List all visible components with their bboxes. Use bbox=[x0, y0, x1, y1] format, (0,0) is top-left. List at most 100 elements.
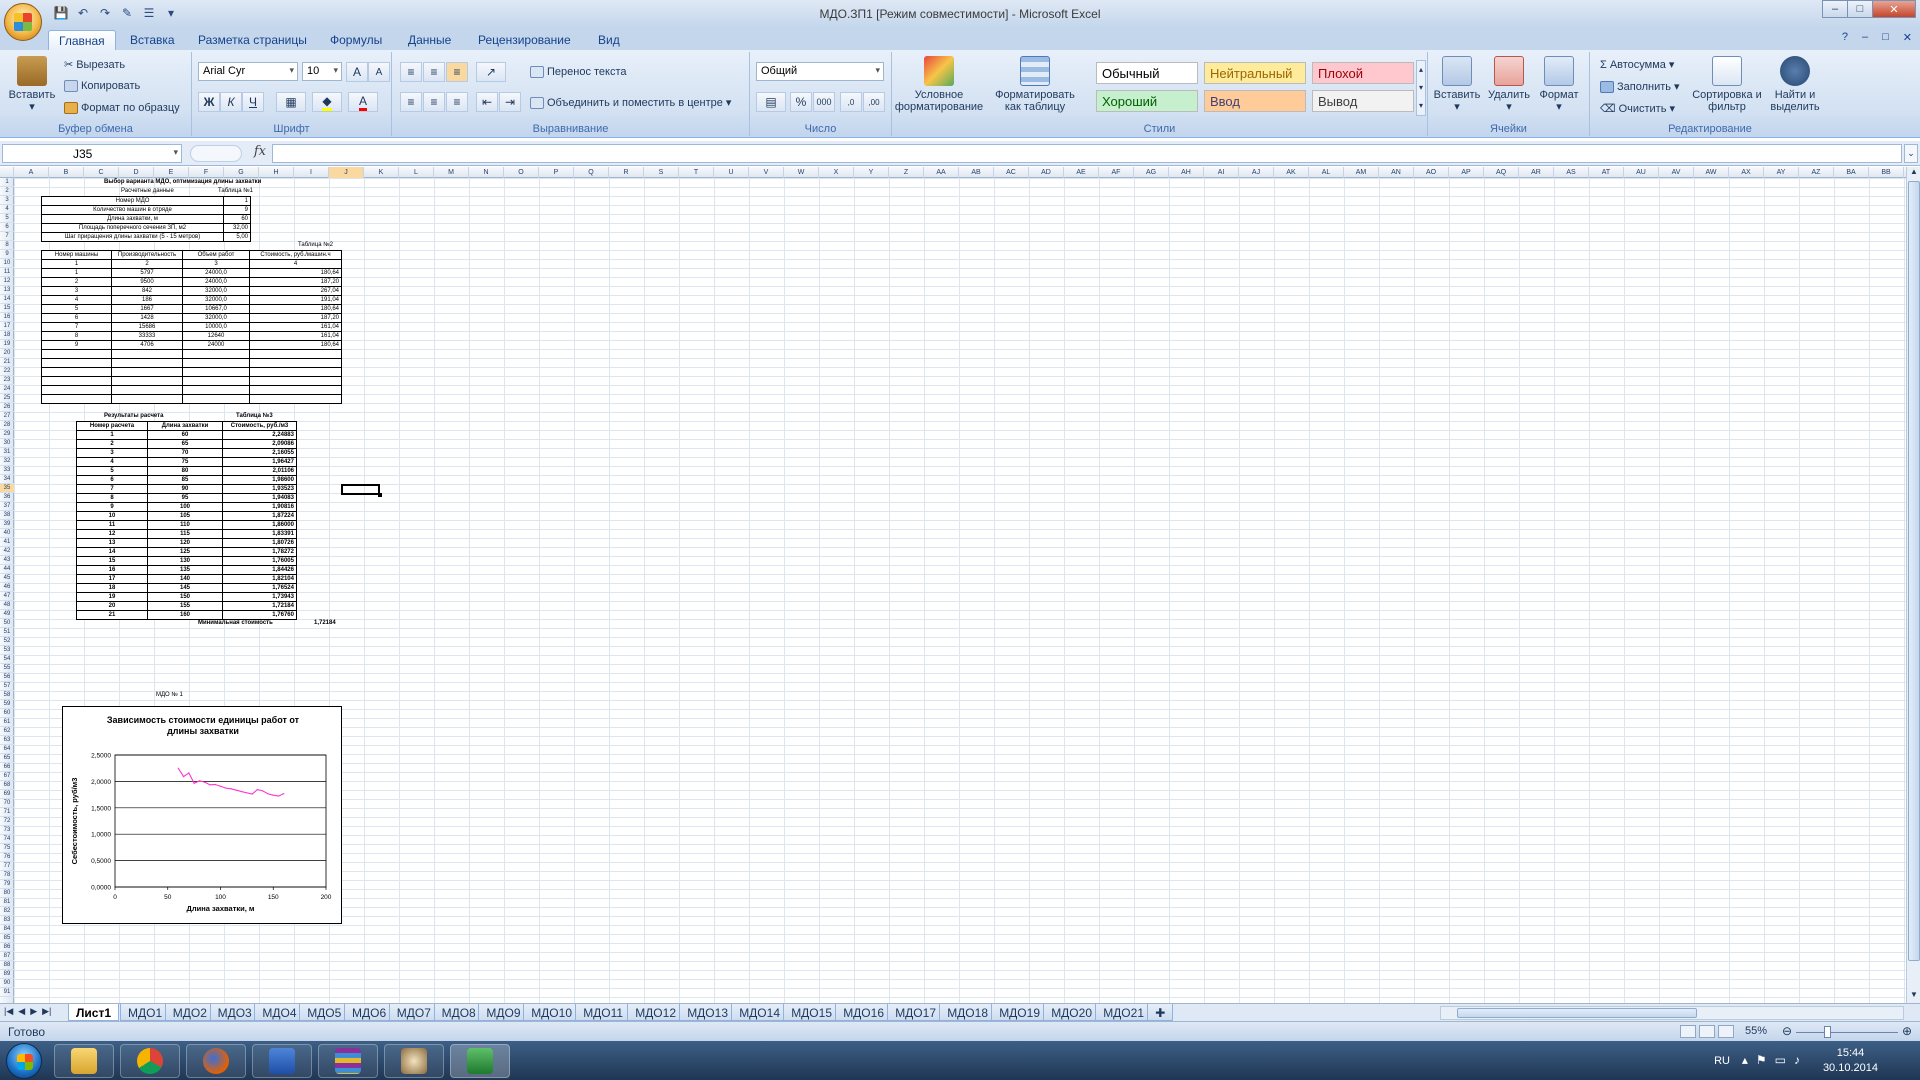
row-header[interactable]: 19 bbox=[0, 340, 14, 349]
borders-button[interactable]: ▦ bbox=[276, 92, 306, 112]
row-header[interactable]: 7 bbox=[0, 232, 14, 241]
column-header[interactable]: H bbox=[259, 167, 294, 178]
row-header[interactable]: 2 bbox=[0, 187, 14, 196]
sheet-tab[interactable]: МДО14 bbox=[731, 1004, 788, 1021]
column-header[interactable]: AD bbox=[1029, 167, 1064, 178]
sheet-tab[interactable]: МДО11 bbox=[575, 1004, 632, 1021]
zoom-knob[interactable] bbox=[1824, 1026, 1831, 1038]
decrease-indent-button[interactable]: ⇤ bbox=[476, 92, 498, 112]
column-header[interactable]: AG bbox=[1134, 167, 1169, 178]
grow-font-button[interactable]: A bbox=[346, 62, 368, 82]
clock[interactable]: 15:44 30.10.2014 bbox=[1823, 1046, 1878, 1076]
tab-data[interactable]: Данные bbox=[398, 30, 461, 50]
column-header[interactable]: AE bbox=[1064, 167, 1099, 178]
column-header[interactable]: Z bbox=[889, 167, 924, 178]
row-header[interactable]: 73 bbox=[0, 826, 14, 835]
row-header[interactable]: 17 bbox=[0, 322, 14, 331]
first-sheet-icon[interactable]: |◀ bbox=[4, 1006, 13, 1017]
row-header[interactable]: 75 bbox=[0, 844, 14, 853]
tab-review[interactable]: Рецензирование bbox=[468, 30, 581, 50]
row-header[interactable]: 84 bbox=[0, 925, 14, 934]
fill-button[interactable]: Заполнить ▾ bbox=[1600, 80, 1680, 93]
column-header[interactable]: AB bbox=[959, 167, 994, 178]
row-header[interactable]: 54 bbox=[0, 655, 14, 664]
autosum-button[interactable]: Σ Автосумма ▾ bbox=[1600, 58, 1674, 72]
row-header[interactable]: 81 bbox=[0, 898, 14, 907]
name-box[interactable]: J35 bbox=[2, 144, 182, 163]
row-header[interactable]: 23 bbox=[0, 376, 14, 385]
row-header[interactable]: 43 bbox=[0, 556, 14, 565]
row-header[interactable]: 62 bbox=[0, 727, 14, 736]
column-header[interactable]: G bbox=[224, 167, 259, 178]
row-header[interactable]: 14 bbox=[0, 295, 14, 304]
row-header[interactable]: 8 bbox=[0, 241, 14, 250]
taskbar-app[interactable] bbox=[384, 1044, 444, 1078]
sheet-tab[interactable]: МДО6 bbox=[344, 1004, 395, 1021]
column-header[interactable]: AP bbox=[1449, 167, 1484, 178]
row-header[interactable]: 58 bbox=[0, 691, 14, 700]
font-color-button[interactable]: A bbox=[348, 92, 378, 112]
insert-cells-button[interactable]: Вставить ▾ bbox=[1432, 56, 1482, 113]
column-header[interactable]: A bbox=[14, 167, 49, 178]
row-header[interactable]: 64 bbox=[0, 745, 14, 754]
sheet-tab[interactable]: МДО15 bbox=[783, 1004, 840, 1021]
row-header[interactable]: 55 bbox=[0, 664, 14, 673]
last-sheet-icon[interactable]: ▶| bbox=[42, 1006, 51, 1017]
thousands-button[interactable]: 000 bbox=[813, 92, 835, 112]
wrap-text-button[interactable]: Перенос текста bbox=[530, 66, 627, 78]
style-bad[interactable]: Плохой bbox=[1312, 62, 1414, 84]
column-header[interactable]: J bbox=[329, 167, 364, 178]
increase-decimal-button[interactable]: ,0 bbox=[840, 92, 862, 112]
align-center-button[interactable]: ≡ bbox=[423, 92, 445, 112]
row-header[interactable]: 90 bbox=[0, 979, 14, 988]
underline-button[interactable]: Ч bbox=[242, 92, 264, 112]
increase-indent-button[interactable]: ⇥ bbox=[499, 92, 521, 112]
row-header[interactable]: 87 bbox=[0, 952, 14, 961]
select-all-corner[interactable] bbox=[0, 167, 14, 178]
cut-button[interactable]: ✂ Вырезать bbox=[64, 58, 125, 72]
row-header[interactable]: 48 bbox=[0, 601, 14, 610]
expand-formula-bar-button[interactable]: ⌄ bbox=[1904, 144, 1918, 163]
conditional-formatting-button[interactable]: Условное форматирование bbox=[895, 56, 983, 113]
column-header[interactable]: AQ bbox=[1484, 167, 1519, 178]
tab-insert[interactable]: Вставка bbox=[120, 30, 185, 50]
row-header[interactable]: 6 bbox=[0, 223, 14, 232]
column-header[interactable]: W bbox=[784, 167, 819, 178]
row-header[interactable]: 89 bbox=[0, 970, 14, 979]
volume-icon[interactable]: ♪ bbox=[1794, 1053, 1800, 1067]
row-header[interactable]: 9 bbox=[0, 250, 14, 259]
currency-button[interactable]: ▤ bbox=[756, 92, 786, 112]
flag-icon[interactable]: ⚑ bbox=[1756, 1053, 1767, 1067]
merge-center-button[interactable]: Объединить и поместить в центре ▾ bbox=[530, 96, 731, 109]
taskbar-explorer[interactable] bbox=[54, 1044, 114, 1078]
doc-close-icon[interactable]: ✕ bbox=[1903, 31, 1912, 44]
row-header[interactable]: 42 bbox=[0, 547, 14, 556]
vertical-scrollbar[interactable]: ▲ ▼ bbox=[1906, 167, 1920, 1003]
taskbar-word[interactable] bbox=[252, 1044, 312, 1078]
column-header[interactable]: E bbox=[154, 167, 189, 178]
column-header[interactable]: AI bbox=[1204, 167, 1239, 178]
column-header[interactable]: AC bbox=[994, 167, 1029, 178]
align-bottom-button[interactable]: ≡ bbox=[446, 62, 468, 82]
page-break-view-button[interactable] bbox=[1718, 1025, 1734, 1038]
row-header[interactable]: 26 bbox=[0, 403, 14, 412]
style-neutral[interactable]: Нейтральный bbox=[1204, 62, 1306, 84]
row-header[interactable]: 10 bbox=[0, 259, 14, 268]
column-header[interactable]: Q bbox=[574, 167, 609, 178]
format-cells-button[interactable]: Формат ▾ bbox=[1534, 56, 1584, 113]
active-cell-j35[interactable] bbox=[341, 484, 382, 497]
row-header[interactable]: 32 bbox=[0, 457, 14, 466]
network-icon[interactable]: ▭ bbox=[1775, 1053, 1786, 1067]
insert-function-button[interactable]: fx bbox=[186, 144, 270, 163]
row-header[interactable]: 83 bbox=[0, 916, 14, 925]
prev-sheet-icon[interactable]: ◀ bbox=[18, 1006, 25, 1017]
row-header[interactable]: 79 bbox=[0, 880, 14, 889]
column-header[interactable]: M bbox=[434, 167, 469, 178]
page-layout-view-button[interactable] bbox=[1699, 1025, 1715, 1038]
align-top-button[interactable]: ≡ bbox=[400, 62, 422, 82]
column-header[interactable]: C bbox=[84, 167, 119, 178]
zoom-slider[interactable]: ⊖ ⊕ bbox=[1782, 1024, 1912, 1038]
column-header[interactable]: I bbox=[294, 167, 329, 178]
row-header[interactable]: 37 bbox=[0, 502, 14, 511]
row-header[interactable]: 28 bbox=[0, 421, 14, 430]
